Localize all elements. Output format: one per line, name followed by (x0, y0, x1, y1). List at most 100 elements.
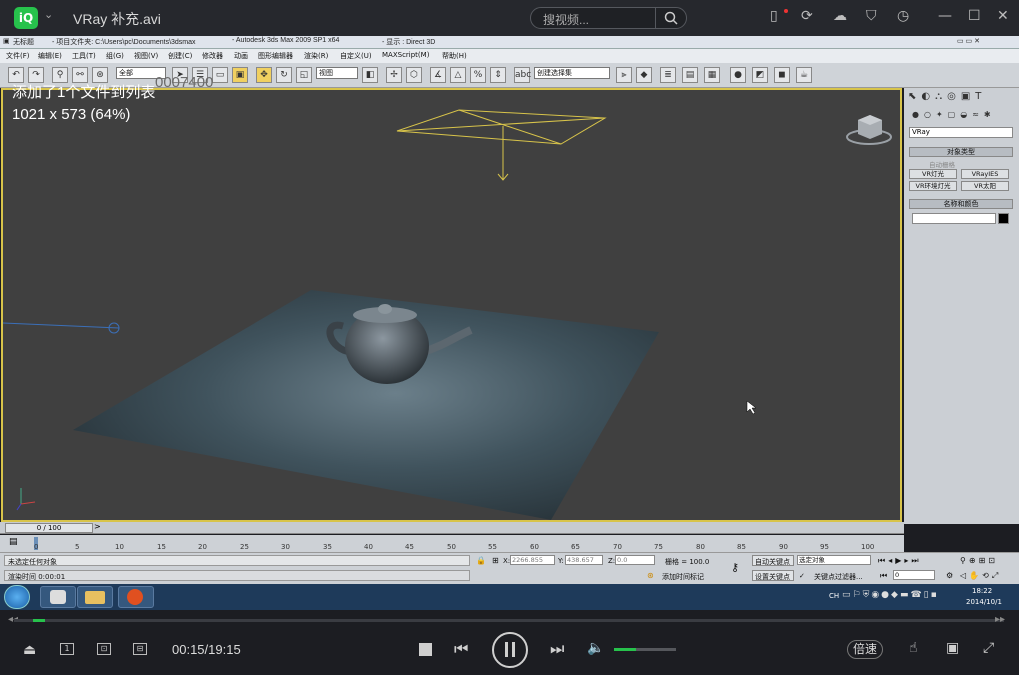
key-filter-icon[interactable]: ✓ (799, 572, 805, 580)
pause-button[interactable] (492, 632, 528, 668)
search-icon[interactable] (664, 11, 678, 25)
viewport-nav-icons[interactable]: ⚲⊕⊞⊡ (960, 556, 998, 565)
menu-graph-editors[interactable]: 图形编辑器 (258, 51, 293, 61)
forward-icon[interactable]: ▸▸ (995, 614, 1005, 625)
playback-controls-icon[interactable]: ⏮◂▶▸⏭ (878, 556, 922, 566)
previous-icon[interactable]: ⏮ (454, 639, 468, 659)
move-icon[interactable]: ✥ (256, 67, 272, 83)
rollout-name-color[interactable]: 名称和颜色 (909, 199, 1013, 209)
autogrid-checkbox[interactable]: 自动栅格 (929, 159, 955, 169)
menu-maxscript[interactable]: MAXScript(M) (382, 51, 429, 59)
percent-snap-icon[interactable]: % (470, 67, 486, 83)
input-language[interactable]: CH (829, 592, 839, 600)
add-time-tag[interactable]: 添加时间标记 (662, 572, 704, 582)
vr-light-button[interactable]: VR灯光 (909, 169, 957, 179)
render-frame-icon[interactable]: ◼ (774, 67, 790, 83)
skin-icon[interactable]: ☁ (833, 8, 847, 24)
name-field[interactable] (912, 213, 996, 224)
time-config-icon[interactable]: ⚙ (946, 571, 953, 580)
chevron-down-icon[interactable]: ⌄ (44, 8, 53, 21)
shirt-icon[interactable]: ⛉ (866, 8, 877, 24)
menu-rendering[interactable]: 渲染(R) (304, 51, 328, 61)
perspective-viewport[interactable]: 0007400 添加了1个文件到列表 1021 x 573 (64%) (1, 74, 902, 522)
menu-create[interactable]: 创建(C) (168, 51, 192, 61)
eject-icon[interactable]: ⏏ (23, 642, 36, 658)
curve-editor-icon[interactable]: ▤ (682, 67, 698, 83)
search-input[interactable]: 搜视频... (543, 11, 589, 28)
history-icon[interactable]: ◷ (897, 8, 909, 24)
rotate-icon[interactable]: ↻ (276, 67, 292, 83)
sync-icon[interactable]: ⟳ (801, 8, 813, 24)
mini-curve-editor-icon[interactable]: ▤ (9, 537, 18, 547)
schematic-view-icon[interactable]: ▦ (704, 67, 720, 83)
angle-snap-icon[interactable]: △ (450, 67, 466, 83)
player-logo-icon[interactable]: iQ (14, 7, 38, 29)
snap-icon[interactable]: ∡ (430, 67, 446, 83)
phone-icon[interactable]: ▯ (770, 8, 778, 24)
transform-mode-icon[interactable]: ⊞ (492, 556, 499, 565)
fullscreen-icon[interactable]: ⤢ (983, 640, 994, 656)
manipulate-icon[interactable]: ✢ (386, 67, 402, 83)
speed-button[interactable]: 倍速 (847, 640, 883, 659)
x-coord-field[interactable]: 2266.855 (510, 555, 555, 565)
vray-ies-button[interactable]: VRayIES (961, 169, 1009, 179)
create-category-icons[interactable]: ●○✦▢◒≈✱ (912, 110, 996, 119)
time-next-icon[interactable]: > (94, 522, 101, 531)
menu-customize[interactable]: 自定义(U) (340, 51, 372, 61)
search-box[interactable]: 搜视频... (530, 7, 687, 29)
scale-icon[interactable]: ◱ (296, 67, 312, 83)
toolbox-icon[interactable]: ▣ (946, 640, 959, 656)
menu-help[interactable]: 帮助(H) (442, 51, 467, 61)
view-cube-icon[interactable] (846, 115, 892, 145)
z-coord-field[interactable]: 0.0 (615, 555, 655, 565)
renderer-select[interactable]: VRay (909, 127, 1013, 138)
mirror-icon[interactable]: ⫸ (616, 67, 632, 83)
pivot-icon[interactable]: ◧ (362, 67, 378, 83)
key-mode-toggle-icon[interactable]: ⏮ (880, 571, 887, 581)
named-selection-set[interactable]: 创建选择集 (534, 67, 610, 79)
key-filters-button[interactable]: 关键点过滤器... (814, 572, 863, 582)
screenshot-icon[interactable]: ⊡ (97, 643, 111, 655)
subtitle-icon[interactable]: 1 (60, 643, 74, 655)
clock-date[interactable]: 2014/10/1 (966, 598, 1002, 606)
current-frame-field[interactable]: 0 (893, 570, 935, 580)
maxscript-listener[interactable] (4, 570, 470, 581)
menu-file[interactable]: 文件(F) (6, 51, 30, 61)
menu-modifiers[interactable]: 修改器 (202, 51, 223, 61)
vr-sun-button[interactable]: VR太阳 (961, 181, 1009, 191)
layer-icon[interactable]: ≣ (660, 67, 676, 83)
viewport-nav-icons-2[interactable]: ◁✋⟲⤢ (960, 571, 1001, 581)
menu-tools[interactable]: 工具(T) (72, 51, 96, 61)
keyboard-shortcut-icon[interactable]: ⬡ (406, 67, 422, 83)
gif-icon[interactable]: ⊟ (133, 643, 147, 655)
maximize-icon[interactable]: ☐ (968, 8, 981, 24)
align-icon[interactable]: ◆ (636, 67, 652, 83)
time-slider-thumb[interactable]: 0 / 100 (5, 523, 93, 533)
stop-icon[interactable] (419, 643, 432, 656)
minimize-icon[interactable]: — (938, 8, 952, 24)
edit-named-sel-icon[interactable]: abc (514, 67, 531, 83)
key-mode-select[interactable]: 选定对象 (797, 555, 871, 565)
render-setup-icon[interactable]: ◩ (752, 67, 768, 83)
tray-icons[interactable]: ▭⚐⛨◉●◆▬☎▯▪ (842, 590, 939, 600)
menu-animation[interactable]: 动画 (234, 51, 248, 61)
vray-light-gizmo[interactable] (396, 109, 607, 181)
material-editor-icon[interactable]: ● (730, 67, 746, 83)
clock-time[interactable]: 18:22 (972, 587, 992, 595)
track-bar[interactable]: ▤ 0 5 10 15 20 25 30 35 40 45 50 55 60 6… (0, 535, 904, 552)
gesture-icon[interactable]: ☝ (909, 640, 918, 656)
command-panel-tabs-icon[interactable]: ⬉◐⛬◎▣T (908, 91, 986, 102)
reference-coord-select[interactable]: 视图 (316, 67, 358, 79)
max-window-buttons[interactable]: ▭ ▭ ✕ (957, 37, 980, 45)
time-slider[interactable]: 0 / 100 > (0, 522, 904, 534)
start-button[interactable] (4, 585, 30, 609)
vr-ambient-light-button[interactable]: VR环境灯光 (909, 181, 957, 191)
time-tag-icon[interactable]: ⊛ (647, 571, 654, 580)
lock-icon[interactable]: 🔒 (476, 556, 486, 565)
y-coord-field[interactable]: 438.657 (565, 555, 603, 565)
next-icon[interactable]: ⏭ (550, 639, 564, 659)
close-icon[interactable]: ✕ (997, 8, 1009, 24)
progress-bar[interactable] (14, 619, 1004, 622)
menu-edit[interactable]: 编辑(E) (38, 51, 62, 61)
key-icon[interactable]: ⚷ (731, 561, 739, 574)
